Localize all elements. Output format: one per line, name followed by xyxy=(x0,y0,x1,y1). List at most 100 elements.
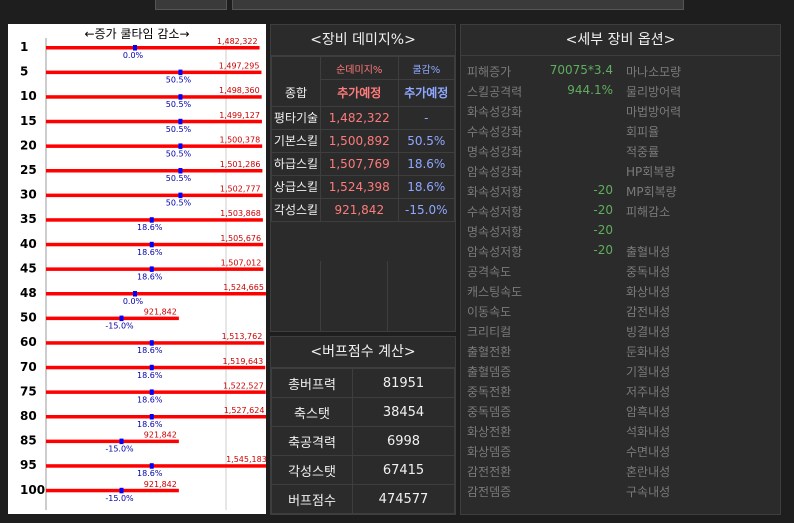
option-row: 중독전환 저주내성 xyxy=(461,381,780,401)
graph-cooldown-marker xyxy=(149,217,154,223)
graph-reduction-label: 18.6% xyxy=(137,248,163,257)
buff-value: 67415 xyxy=(352,455,455,485)
graph-reduction-label: 50.5% xyxy=(166,174,192,183)
damage-row-cd: 50.5% xyxy=(397,128,456,153)
divider xyxy=(320,261,321,331)
graph-cooldown-marker xyxy=(178,168,183,174)
damage-panel: <장비 데미지%> 순데미지% 쿨감% 종합 추가예정 추가예정 평타기술 1,… xyxy=(270,24,456,332)
graph-reduction-label: -15.0% xyxy=(105,445,134,454)
option-row: 출혈전환 둔화내성 xyxy=(461,341,780,361)
option-row: 스킬공격력 944.1% 물리방어력 xyxy=(461,81,780,101)
option-name-left: 스킬공격력 xyxy=(467,85,523,99)
graph-value-label: 1,545,183 xyxy=(226,455,266,464)
option-name-left: 화속성저항 xyxy=(467,185,523,199)
graph-bar xyxy=(46,218,263,222)
damage-summary-col2: 추가예정 xyxy=(397,79,456,107)
damage-corner xyxy=(271,56,321,80)
graph-cooldown-marker xyxy=(178,69,183,76)
damage-title: <장비 데미지%> xyxy=(271,25,455,56)
graph-level-label: 10 xyxy=(20,89,37,103)
option-name-left: 수속성강화 xyxy=(467,125,523,139)
graph-level-label: 20 xyxy=(20,138,37,152)
graph-reduction-label: 18.6% xyxy=(137,395,163,404)
option-name-left: 캐스팅속도 xyxy=(467,285,523,299)
graph-cooldown-marker xyxy=(178,192,183,199)
graph-canvas: 1 1,482,322 0.0% 5 1,497,295 50.5% 10 1,498,360… xyxy=(20,37,266,510)
buff-value: 6998 xyxy=(352,426,455,456)
buff-row: 버프점수 474577 xyxy=(271,484,455,514)
damage-row-label: 각성스킬 xyxy=(271,197,321,222)
option-row: 화상뎀증 수면내성 xyxy=(461,441,780,461)
buff-row: 축스탯 38454 xyxy=(271,397,455,427)
graph-reduction-label: 18.6% xyxy=(137,420,163,429)
option-value-left: -20 xyxy=(593,223,613,237)
option-name-right: 저주내성 xyxy=(626,385,671,399)
graph-bar xyxy=(46,119,262,124)
option-name-left: 감전뎀증 xyxy=(467,485,512,499)
graph-reduction-label: 18.6% xyxy=(137,346,163,355)
buff-row: 축공격력 6998 xyxy=(271,426,455,456)
option-name-right: 빙결내성 xyxy=(626,325,671,339)
option-name-right: 적중률 xyxy=(626,145,660,159)
graph-level-label: 48 xyxy=(20,286,37,300)
option-name-right: 피해감소 xyxy=(626,205,671,219)
graph-cooldown-marker xyxy=(149,389,154,395)
option-name-left: 크리티컬 xyxy=(467,325,512,339)
graph-value-label: 1,503,868 xyxy=(220,209,261,218)
graph-reduction-label: 50.5% xyxy=(166,125,192,134)
option-name-right: 마법방어력 xyxy=(626,105,682,119)
graph-bar xyxy=(46,144,263,148)
graph-cooldown-marker xyxy=(149,414,154,420)
graph-cooldown-marker xyxy=(149,241,154,248)
buff-panel: <버프점수 계산> 총버프력 81951 축스탯 38454 축공격력 6998 각성… xyxy=(270,336,456,515)
option-row: 감전뎀증 구속내성 xyxy=(461,481,780,501)
graph-reduction-label: 18.6% xyxy=(137,371,163,380)
option-row: 명속성저항 -20 xyxy=(461,221,780,241)
graph-value-label: 1,500,378 xyxy=(219,135,260,144)
top-input-box[interactable] xyxy=(155,0,227,10)
graph-level-label: 30 xyxy=(20,188,37,202)
graph-value-label: 1,513,762 xyxy=(222,332,263,341)
damage-col2-header: 쿨감% xyxy=(397,56,456,80)
graph-bar xyxy=(46,439,179,444)
graph-value-label: 1,519,643 xyxy=(223,357,264,366)
option-value-left: -20 xyxy=(593,183,613,197)
option-name-left: 피해증가 xyxy=(467,65,512,79)
option-name-left: 감전전환 xyxy=(467,465,512,479)
graph-bar xyxy=(46,267,264,271)
graph-level-label: 40 xyxy=(20,237,37,251)
graph-reduction-label: 50.5% xyxy=(166,100,192,109)
graph-bar xyxy=(46,95,262,99)
graph-cooldown-marker xyxy=(178,94,183,100)
damage-row-cd: 18.6% xyxy=(397,151,456,176)
graph-value-label: 1,482,322 xyxy=(217,37,258,46)
damage-row-value: 1,507,769 xyxy=(320,151,399,176)
option-row: 화속성저항 -20 MP회복량 xyxy=(461,181,780,201)
option-row: 수속성저항 -20 피해감소 xyxy=(461,201,780,221)
option-name-right: 암흑내성 xyxy=(626,405,671,419)
graph-level-label: 75 xyxy=(20,384,37,398)
graph-bar xyxy=(46,70,262,75)
buff-row: 각성스탯 67415 xyxy=(271,455,455,485)
damage-row: 평타기술 1,482,322 - xyxy=(271,105,456,130)
graph-reduction-label: 50.5% xyxy=(166,76,192,85)
damage-row-label: 상급스킬 xyxy=(271,174,321,199)
graph-value-label: 1,527,624 xyxy=(224,406,265,415)
damage-row-value: 1,500,892 xyxy=(320,128,399,153)
option-name-right: 감전내성 xyxy=(626,305,671,319)
damage-summary-label: 종합 xyxy=(271,79,321,107)
graph-cooldown-marker xyxy=(149,463,154,469)
graph-reduction-label: 0.0% xyxy=(123,297,144,306)
option-name-left: 중독전환 xyxy=(467,385,512,399)
top-dropdown[interactable] xyxy=(232,0,684,10)
damage-row-value: 921,842 xyxy=(320,197,399,222)
buff-table: 총버프력 81951 축스탯 38454 축공격력 6998 각성스탯 67415 버프… xyxy=(271,368,455,514)
graph-reduction-label: 18.6% xyxy=(137,272,163,281)
option-name-left: 수속성저항 xyxy=(467,205,523,219)
option-row: 중독뎀증 암흑내성 xyxy=(461,401,780,421)
option-name-left: 명속성강화 xyxy=(467,145,523,159)
option-name-right: 석화내성 xyxy=(626,425,671,439)
graph-reduction-label: 18.6% xyxy=(137,469,163,478)
option-name-left: 이동속도 xyxy=(467,305,512,319)
graph-cooldown-marker xyxy=(119,438,124,445)
